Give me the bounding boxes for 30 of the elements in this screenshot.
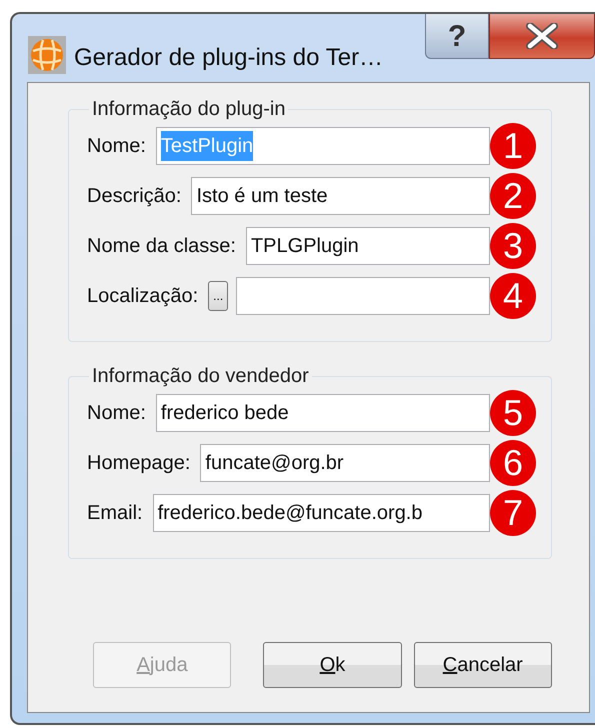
input-field[interactable]: TPLGPlugin: [246, 227, 490, 265]
field-label: Nome:: [87, 401, 146, 426]
group-legend: Informação do vendedor: [89, 364, 312, 388]
group-legend: Informação do plug-in: [89, 97, 288, 121]
field-label: Nome:: [87, 134, 146, 159]
number-marker: 4: [490, 273, 536, 319]
input-field[interactable]: funcate@org.br: [200, 444, 490, 482]
globe-icon: [28, 36, 66, 74]
close-icon: [524, 23, 560, 49]
number-marker: 7: [490, 490, 536, 536]
browse-button[interactable]: ...: [208, 281, 228, 311]
number-marker: 6: [490, 440, 536, 486]
input-field[interactable]: frederico.bede@funcate.org.b: [152, 494, 490, 532]
field-label: Homepage:: [87, 451, 190, 476]
number-marker: 3: [490, 223, 536, 269]
input-field[interactable]: frederico bede: [156, 394, 490, 432]
window-title: Gerador de plug-ins do Ter…: [74, 43, 384, 73]
number-marker: 2: [490, 173, 536, 219]
input-field[interactable]: Isto é um teste: [191, 177, 490, 215]
dialog-button[interactable]: Cancelar: [414, 642, 552, 688]
close-button[interactable]: [489, 14, 595, 59]
field-label: Descrição:: [87, 184, 182, 209]
number-marker: 1: [490, 123, 536, 169]
dialog-button[interactable]: Ok: [263, 642, 402, 688]
field-label: Nome da classe:: [87, 234, 236, 259]
field-label: Email:: [87, 501, 143, 526]
input-field[interactable]: [236, 277, 490, 315]
number-marker: 5: [490, 390, 536, 436]
field-label: Localização:: [87, 284, 198, 309]
help-button[interactable]: ?: [425, 14, 489, 59]
